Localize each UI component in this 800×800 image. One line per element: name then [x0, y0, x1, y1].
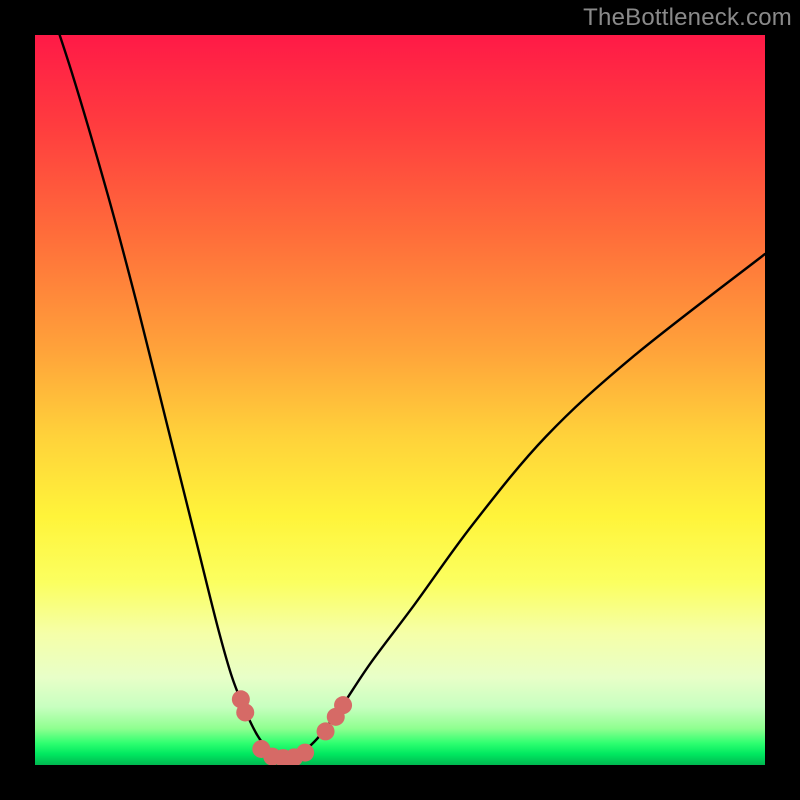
- curve-beads: [232, 690, 352, 765]
- curve-svg: [35, 35, 765, 765]
- chart-frame: TheBottleneck.com: [0, 0, 800, 800]
- bead-marker: [296, 744, 314, 762]
- bead-marker: [317, 722, 335, 740]
- bead-marker: [334, 696, 352, 714]
- bottleneck-curve: [35, 35, 765, 758]
- watermark-text: TheBottleneck.com: [583, 4, 792, 32]
- bead-marker: [236, 703, 254, 721]
- plot-area: [35, 35, 765, 765]
